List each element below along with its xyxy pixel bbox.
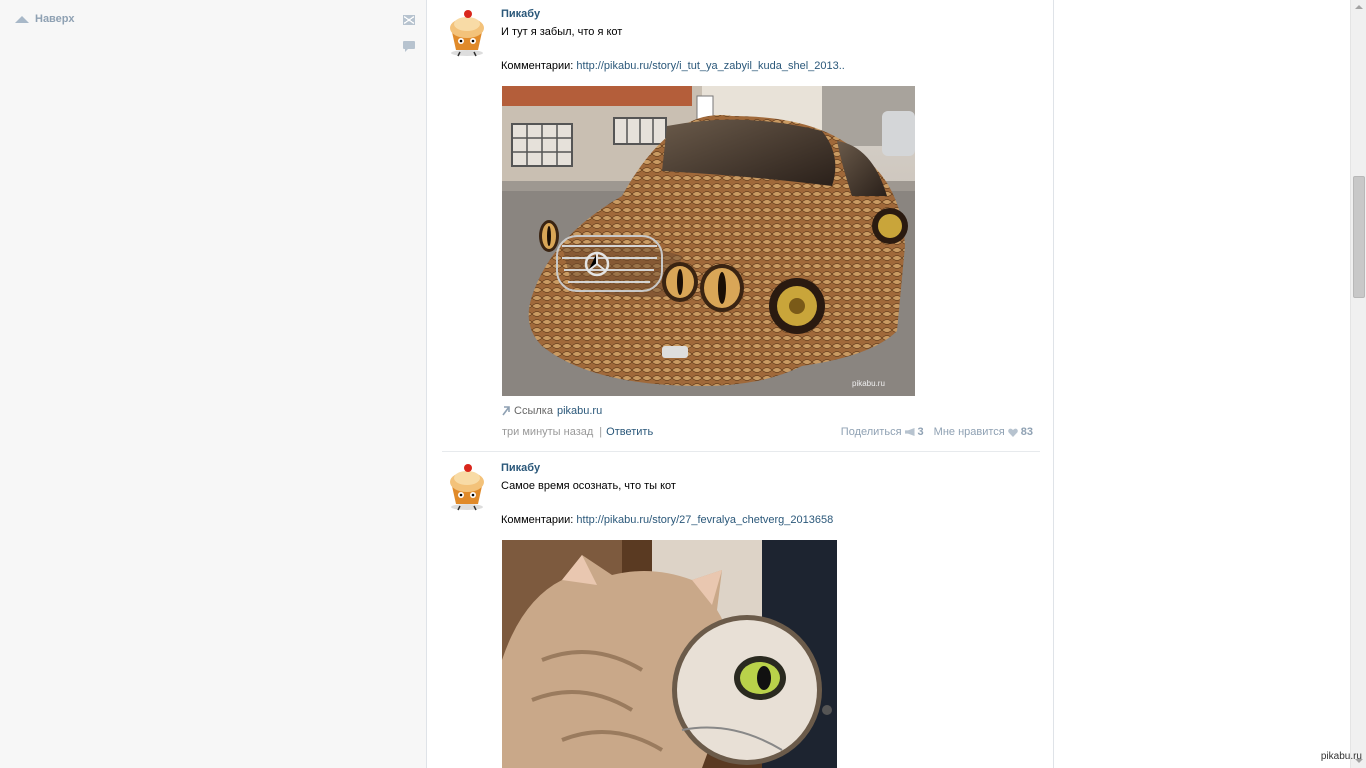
comments-label: Комментарии: <box>501 514 574 526</box>
scroll-to-top-label: Наверх <box>35 13 75 25</box>
like-label: Мне нравится <box>933 426 1005 438</box>
cupcake-avatar[interactable] <box>442 462 492 512</box>
scrollbar-thumb[interactable] <box>1353 176 1365 298</box>
feed-post: Пикабу Самое время осознать, что ты кот … <box>442 462 1040 768</box>
megaphone-icon <box>904 428 915 436</box>
envelope-icon[interactable] <box>403 15 415 25</box>
share-count: 3 <box>917 426 924 438</box>
vertical-scrollbar[interactable] <box>1350 0 1366 768</box>
like-count: 83 <box>1020 426 1033 438</box>
post-divider <box>442 451 1040 452</box>
post-meta: три минуты назад | Ответить <box>502 426 653 438</box>
post-text: Самое время осознать, что ты кот <box>501 480 676 492</box>
comments-link[interactable]: http://pikabu.ru/story/i_tut_ya_zabyil_k… <box>576 60 844 72</box>
post-text: И тут я забыл, что я кот <box>501 26 623 38</box>
comments-link[interactable]: http://pikabu.ru/story/27_fevralya_chetv… <box>576 514 833 526</box>
scroll-up-arrow-icon[interactable] <box>1355 5 1363 9</box>
meta-separator: | <box>599 426 603 438</box>
post-actions: Поделиться 3 Мне нравится 83 <box>841 426 1033 438</box>
left-column: Наверх <box>0 0 426 768</box>
post-comments-line: Комментарии: http://pikabu.ru/story/27_f… <box>501 514 833 526</box>
watermark: pikabu.ru <box>1320 751 1362 762</box>
post-author[interactable]: Пикабу <box>501 8 540 20</box>
like-button[interactable]: Мне нравится 83 <box>934 426 1033 438</box>
post-author[interactable]: Пикабу <box>501 462 540 474</box>
feed-post: Пикабу И тут я забыл, что я кот Коммента… <box>442 8 1040 448</box>
right-column <box>1054 0 1350 768</box>
heart-icon <box>1007 428 1018 437</box>
reply-button[interactable]: Ответить <box>606 426 653 438</box>
share-button[interactable]: Поделиться 3 <box>841 426 924 438</box>
cupcake-avatar[interactable] <box>442 8 492 58</box>
scroll-to-top-button[interactable]: Наверх <box>15 13 75 25</box>
post-image[interactable]: pikabu.ru <box>502 86 915 396</box>
post-time[interactable]: три минуты назад <box>502 426 593 438</box>
source-link-row: Ссылка pikabu.ru <box>502 405 602 417</box>
svg-text:pikabu.ru: pikabu.ru <box>852 379 885 388</box>
share-label: Поделиться <box>840 426 902 438</box>
post-image[interactable] <box>502 540 837 768</box>
post-comments-line: Комментарии: http://pikabu.ru/story/i_tu… <box>501 60 845 72</box>
comments-label: Комментарии: <box>501 60 574 72</box>
source-link[interactable]: pikabu.ru <box>557 405 602 417</box>
link-arrow-icon <box>502 406 510 416</box>
source-prefix: Ссылка <box>514 405 553 417</box>
chat-bubble-icon[interactable] <box>403 41 415 52</box>
arrow-up-icon <box>15 15 29 23</box>
